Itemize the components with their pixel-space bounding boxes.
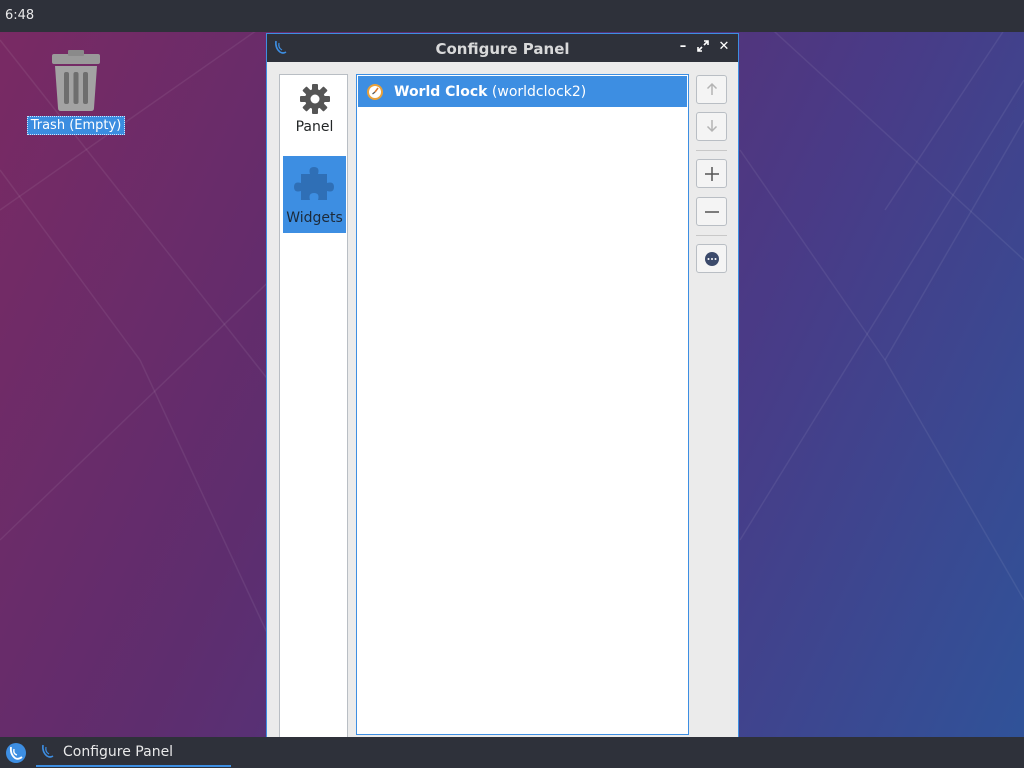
clock[interactable]: 6:48 [5,8,34,23]
add-widget-button[interactable] [696,159,727,188]
lxqt-logo-icon [42,744,54,758]
desktop-icon-trash[interactable]: Trash (Empty) [25,50,127,135]
maximize-icon[interactable] [696,40,710,54]
taskbar: Configure Panel [0,737,1024,768]
category-nav: Panel Widgets [279,74,348,738]
minimize-icon[interactable]: – [676,40,690,54]
remove-widget-button[interactable] [696,197,727,226]
widget-name: World Clock [394,84,488,100]
window-titlebar[interactable]: Configure Panel – ✕ [267,34,738,62]
minus-icon [704,211,719,213]
puzzle-icon [293,167,334,200]
separator [696,150,727,151]
widget-id: (worldclock2) [491,84,587,100]
separator [696,235,727,236]
trash-icon [52,50,100,111]
more-icon [704,252,719,266]
nav-item-panel[interactable]: Panel [283,77,346,154]
top-panel: 6:48 [0,0,1024,32]
move-up-button[interactable] [696,75,727,104]
plus-icon [704,167,719,181]
arrow-down-icon [706,120,717,133]
nav-item-widgets[interactable]: Widgets [283,156,346,233]
arrow-up-icon [706,82,717,95]
trash-label: Trash (Empty) [26,116,126,135]
more-options-button[interactable] [696,244,727,273]
widget-text: World Clock (worldclock2) [394,84,586,100]
clock-icon [367,84,383,100]
nav-item-label: Panel [295,119,334,135]
lxqt-logo-icon[interactable] [5,742,27,764]
move-down-button[interactable] [696,112,727,141]
taskbar-item-label: Configure Panel [63,744,174,760]
configure-panel-window: Configure Panel – ✕ Panel Widgets World … [266,33,739,738]
widget-list[interactable]: World Clock (worldclock2) [356,74,689,735]
nav-item-label: Widgets [286,210,343,226]
list-item[interactable]: World Clock (worldclock2) [358,76,687,107]
close-icon[interactable]: ✕ [717,40,731,54]
gear-icon [299,84,330,114]
window-title: Configure Panel [435,40,570,58]
taskbar-item-configure-panel[interactable]: Configure Panel [36,737,231,767]
